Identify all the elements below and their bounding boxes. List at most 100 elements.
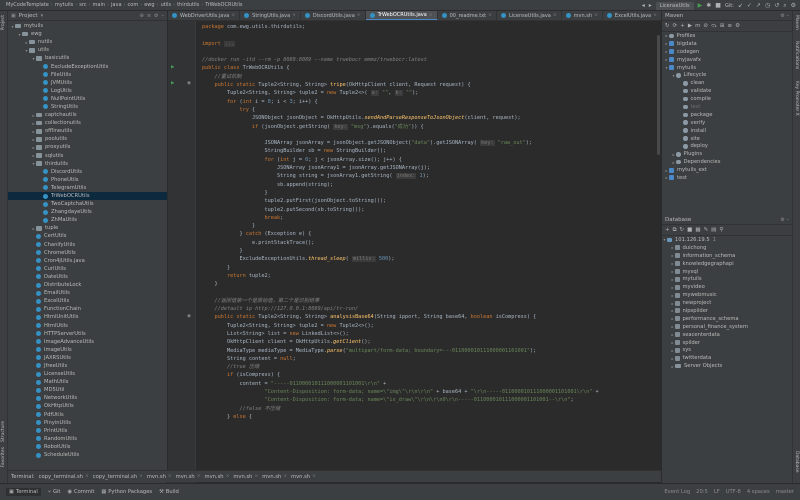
project-tree-item[interactable]: EmailUtils [8, 289, 167, 297]
tool-window-button[interactable]: ⑂ Git [48, 489, 61, 495]
code-line[interactable]: //docker run -itd --rm -p 8089:8089 --na… [202, 56, 661, 64]
breadcrumb-item[interactable]: ewg [142, 2, 156, 8]
settings-icon[interactable]: ⚙ [791, 2, 796, 9]
close-icon[interactable]: × [594, 13, 598, 18]
code-line[interactable]: //返回值第一个是原始值，第二个是识别结果 [202, 297, 661, 305]
project-tree-item[interactable]: LogUtils [8, 87, 167, 95]
project-tree-item[interactable]: LicenseUtils [8, 370, 167, 378]
hide-icon[interactable]: ⚙ – [780, 13, 789, 19]
event-log-button[interactable]: Event Log [664, 489, 690, 495]
project-tree-item[interactable]: ▾ utils [8, 46, 167, 54]
project-tree-item[interactable]: ▸ tuple [8, 224, 167, 232]
key-promoter-tool-button[interactable]: Key Promoter X [794, 81, 799, 116]
project-tree-item[interactable]: TrWebOCRUtils [8, 191, 167, 201]
maven-tree-item[interactable]: install [662, 127, 792, 135]
code-line[interactable]: String string = jsonArray1.getString( in… [202, 172, 661, 180]
code-line[interactable]: //false 不压缩 [202, 405, 661, 413]
collapse-all-icon[interactable]: ≡ [147, 13, 151, 19]
code-line[interactable]: if (isCompress) { [202, 371, 661, 379]
database-item[interactable]: ▸ information_schema [662, 252, 792, 260]
tool-window-button[interactable]: ⚒ Build [159, 489, 179, 495]
project-tree-item[interactable]: CertUtils [8, 232, 167, 240]
breadcrumb-item[interactable]: MyCodeTemplate [4, 2, 51, 8]
database-item[interactable]: ▸ mytuils [662, 275, 792, 283]
project-tree-item[interactable]: FileUtils [8, 71, 167, 79]
breadcrumb-item[interactable]: com [126, 2, 141, 8]
project-tree-item[interactable]: HtmlUnitUtils [8, 313, 167, 321]
maven-tree-item[interactable]: ▾ Lifecycle [662, 71, 792, 79]
code-line[interactable]: sb.append(string); [202, 181, 661, 189]
project-panel-title[interactable]: Project [19, 13, 38, 19]
maven-tree-item[interactable]: package [662, 111, 792, 119]
project-tree-item[interactable]: ExcludeExceptionUtils [8, 62, 167, 70]
project-tree-item[interactable]: HTTPServerUtils [8, 330, 167, 338]
project-tree-item[interactable]: MathUtils [8, 378, 167, 386]
project-tree-item[interactable]: ImageUtils [8, 346, 167, 354]
terminal-tab[interactable]: mvn.sh × [291, 474, 316, 480]
console-icon[interactable]: ▤ [711, 227, 716, 233]
maven-tree-item[interactable]: verify [662, 119, 792, 127]
code-line[interactable]: content = "-----011000010111000001101001… [202, 380, 661, 388]
code-line[interactable]: "Content-Disposition: form-data; name=\"… [202, 388, 661, 396]
project-tree-item[interactable]: NetworkUtils [8, 394, 167, 402]
project-tree-item[interactable]: ScheduleUtils [8, 451, 167, 459]
code-line[interactable]: "Content-Disposition: form-data; name=\"… [202, 396, 661, 404]
close-icon[interactable]: × [357, 13, 361, 18]
editor-tab[interactable]: DiscordUtils.java × [301, 11, 366, 20]
editor-tab[interactable]: 00_readme.txt × [438, 11, 497, 20]
close-icon[interactable]: × [283, 474, 287, 479]
disconnect-icon[interactable]: ■ [687, 227, 692, 233]
close-icon[interactable]: × [197, 474, 201, 479]
project-tree-item[interactable]: ▾ basicutils [8, 54, 167, 62]
status-info-item[interactable]: 20:5 [696, 489, 708, 495]
editor-scrollbar[interactable] [657, 35, 660, 155]
status-info-item[interactable]: LF [714, 489, 720, 495]
project-tree-item[interactable]: PhoneUtils [8, 176, 167, 184]
notifications-tool-button[interactable]: Notifications [794, 41, 799, 69]
add-icon[interactable]: + [680, 23, 685, 29]
maven-tree-item[interactable]: clean [662, 79, 792, 87]
settings-icon[interactable]: ⚙ [735, 23, 740, 29]
table-icon[interactable]: ▦ [695, 227, 700, 233]
code-line[interactable]: e.printStackTrace(); [202, 239, 661, 247]
project-tree-item[interactable]: ▸ captchautils [8, 111, 167, 119]
project-tree-item[interactable]: ChanifyUtils [8, 241, 167, 249]
code-line[interactable]: } else { [202, 413, 661, 421]
maven-tree-item[interactable]: ▸ myjavafx [662, 56, 792, 64]
code-line[interactable]: break; [202, 214, 661, 222]
close-icon[interactable]: × [488, 13, 492, 18]
project-tree-item[interactable]: NullPointUtils [8, 95, 167, 103]
close-icon[interactable]: × [168, 474, 172, 479]
maven-tree-item[interactable]: ▸ bigdata [662, 40, 792, 48]
close-icon[interactable]: × [429, 13, 433, 18]
code-line[interactable]: JSONArray jsonArray1 = jsonArray.getJSON… [202, 164, 661, 172]
close-icon[interactable]: × [254, 474, 258, 479]
code-line[interactable]: } [202, 280, 661, 288]
maven-tree-item[interactable]: ▸ Profiles [662, 32, 792, 40]
code-line[interactable]: public static Tuple2<String, String> ana… [202, 313, 661, 321]
project-tree-item[interactable]: ZhangdayeUtils [8, 208, 167, 216]
maven-tree-item[interactable]: ▸ test [662, 174, 792, 182]
project-tree-item[interactable]: ▸ nutils [8, 38, 167, 46]
database-item[interactable]: ▸ personal_finance_system [662, 323, 792, 331]
breadcrumb-item[interactable]: src [77, 2, 88, 8]
status-info-item[interactable]: UTF-8 [726, 489, 741, 495]
editor-tab[interactable]: WebDriverUtils.java × [168, 11, 241, 20]
maven-tree-item[interactable]: ▸ codegen [662, 48, 792, 56]
terminal-tab[interactable]: mvn.sh × [176, 474, 201, 480]
stop-icon[interactable]: ■ [715, 2, 721, 9]
code-line[interactable]: } [202, 247, 661, 255]
project-tree-item[interactable]: FunctionChain [8, 305, 167, 313]
maven-tree-item[interactable]: compile [662, 95, 792, 103]
database-item[interactable]: ▸ mysql [662, 268, 792, 276]
run-gutter-icon[interactable]: ▶ [171, 65, 174, 70]
code-line[interactable]: tuple2.putFirst(jsonObject.toString()); [202, 197, 661, 205]
maven-tree-item[interactable]: test [662, 103, 792, 111]
project-tree-item[interactable]: JAXRSUtils [8, 354, 167, 362]
project-tree-item[interactable]: JfreeUtils [8, 362, 167, 370]
run-gutter-icon[interactable]: ▶ [171, 81, 174, 86]
project-tree-item[interactable]: TwoCaptchaUtils [8, 200, 167, 208]
breadcrumb-item[interactable]: thirdutils [175, 2, 201, 8]
terminal-tab[interactable]: copy_terminal.sh × [93, 474, 143, 480]
database-item[interactable]: ▸ myvideo [662, 283, 792, 291]
